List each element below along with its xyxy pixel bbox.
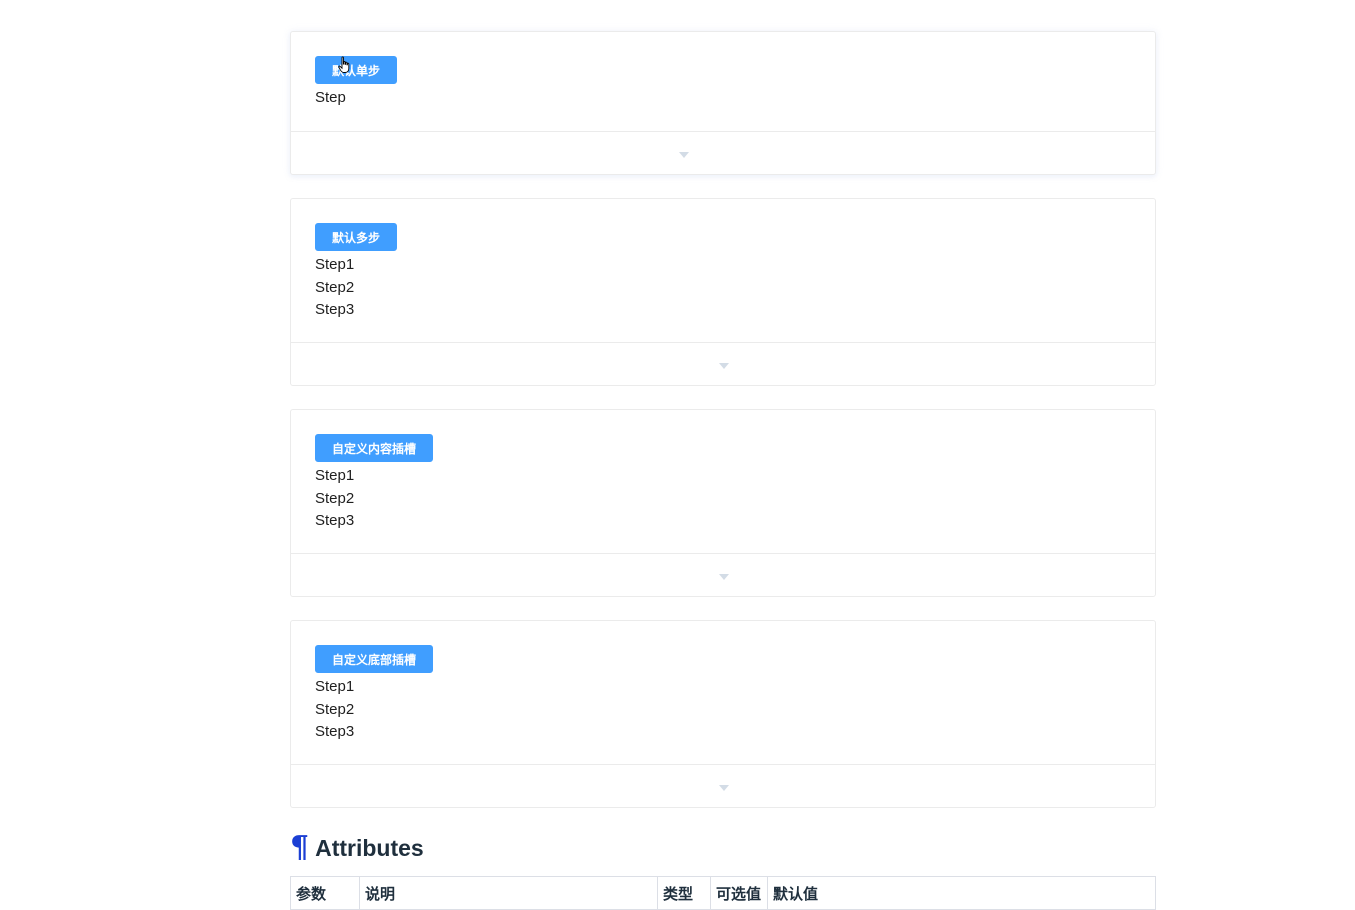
demo-expand-control[interactable] <box>291 554 1155 596</box>
demo-source: 默认多步 Step1 Step2 Step3 <box>291 199 1155 343</box>
column-header-options: 可选值 <box>710 876 768 910</box>
anchor-pilcrow-icon[interactable]: ¶ <box>290 833 309 863</box>
caret-down-icon <box>719 574 729 580</box>
step-list: Step1 Step2 Step3 <box>315 465 1131 533</box>
attributes-title: Attributes <box>315 834 424 861</box>
default-multi-step-button[interactable]: 默认多步 <box>315 223 398 251</box>
demo-expand-control[interactable] <box>291 765 1155 807</box>
column-header-param: 参数 <box>290 876 360 910</box>
step-item: Step <box>315 89 346 106</box>
caret-down-icon <box>679 152 689 158</box>
step-item: Step2 <box>315 700 355 718</box>
main-content: 默认单步 Step 默认多步 Step1 Step2 Step3 自定义内容插槽 <box>290 31 1156 910</box>
demo-source: 自定义底部插槽 Step1 Step2 Step3 <box>291 621 1155 765</box>
table-header-row: 参数 说明 类型 可选值 默认值 <box>290 876 1156 910</box>
step-item: Step3 <box>315 723 355 740</box>
custom-content-slot-button[interactable]: 自定义内容插槽 <box>315 434 434 462</box>
step-list: Step1 Step2 Step3 <box>315 254 1131 322</box>
demo-source: 自定义内容插槽 Step1 Step2 Step3 <box>291 410 1155 554</box>
default-single-step-button[interactable]: 默认单步 <box>315 56 398 84</box>
demo-source: 默认单步 Step <box>291 32 1155 132</box>
column-header-default: 默认值 <box>767 876 1156 910</box>
demo-block-custom-content-slot: 自定义内容插槽 Step1 Step2 Step3 <box>290 409 1156 597</box>
attributes-heading: ¶ Attributes <box>290 833 1156 863</box>
step-list: Step <box>315 87 1131 110</box>
custom-footer-slot-button[interactable]: 自定义底部插槽 <box>315 645 434 673</box>
demo-block-multi-step: 默认多步 Step1 Step2 Step3 <box>290 198 1156 386</box>
demo-block-custom-footer-slot: 自定义底部插槽 Step1 Step2 Step3 <box>290 620 1156 808</box>
caret-down-icon <box>719 363 729 369</box>
step-item: Step1 <box>315 678 355 695</box>
column-header-description: 说明 <box>359 876 658 910</box>
step-item: Step3 <box>315 512 355 529</box>
step-item: Step1 <box>315 256 355 273</box>
demo-block-single-step: 默认单步 Step <box>290 31 1156 175</box>
demo-expand-control[interactable] <box>291 132 1155 174</box>
demo-expand-control[interactable] <box>291 343 1155 385</box>
caret-down-icon <box>719 785 729 791</box>
step-list: Step1 Step2 Step3 <box>315 676 1131 744</box>
step-item: Step2 <box>315 278 355 296</box>
step-item: Step1 <box>315 467 355 484</box>
step-item: Step3 <box>315 301 355 318</box>
attributes-table: 参数 说明 类型 可选值 默认值 <box>290 876 1156 910</box>
step-item: Step2 <box>315 489 355 507</box>
column-header-type: 类型 <box>657 876 711 910</box>
